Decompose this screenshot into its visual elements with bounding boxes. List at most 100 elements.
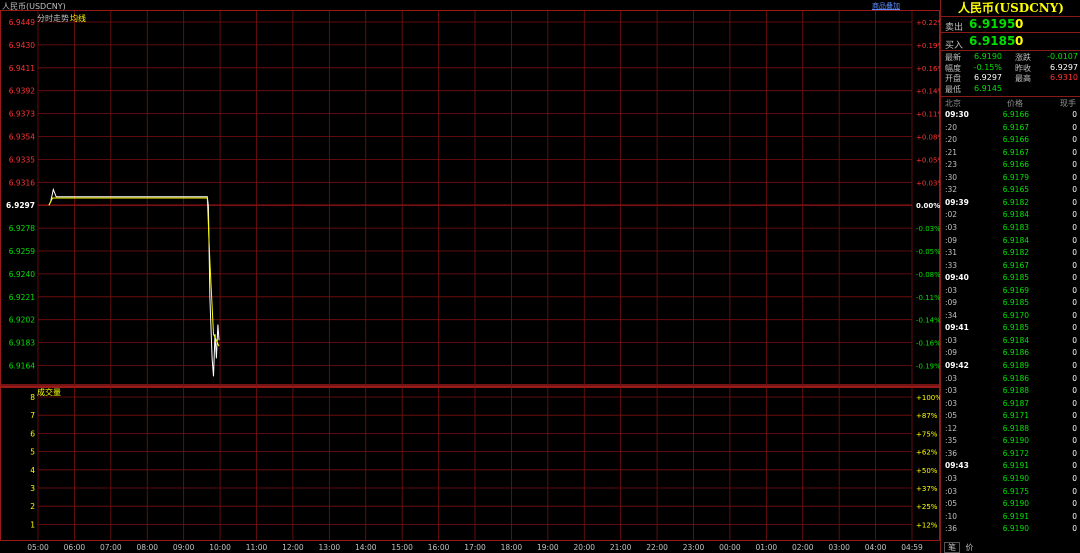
stat-label: 昨收	[1015, 63, 1031, 73]
y-tick-label: 6.9316	[9, 178, 35, 187]
tick-price: 6.9170	[1002, 310, 1029, 320]
tick-row: :36 6.9190 0	[941, 524, 1080, 537]
tick-row: 09:39 6.9182 0	[941, 198, 1080, 211]
tick-volume: 0	[1072, 461, 1077, 471]
stat-value: 6.9145	[974, 83, 1002, 93]
overlay-commodity-link[interactable]: 商品叠加	[872, 1, 900, 11]
stat-label: 最新	[945, 53, 961, 62]
tick-price: 6.9190	[1002, 436, 1029, 446]
volume-y-tick-label-right: +87%	[916, 412, 938, 420]
stat-value: 6.9297	[974, 73, 1002, 82]
tick-time: :33	[945, 260, 958, 270]
tab-prices[interactable]: 价	[963, 543, 977, 552]
stat-value: -0.15%	[973, 62, 1002, 72]
average-legend: 均线	[70, 14, 86, 23]
y-tick-label: 6.9183	[9, 339, 35, 348]
tab-trades[interactable]: 笔	[944, 542, 960, 553]
tick-volume: 0	[1072, 147, 1077, 157]
x-tick-label: 05:00	[27, 543, 49, 552]
tick-row: :03 6.9184 0	[941, 336, 1080, 349]
tick-volume: 0	[1072, 298, 1077, 308]
tick-price: 6.9188	[1002, 423, 1029, 433]
intraday-chart[interactable]: 05:00 06:00 07:00 08:00 09:00 10:00 11:00 12:00…	[0, 0, 940, 553]
tick-row: :12 6.9188 0	[941, 424, 1080, 437]
bid-volume: 0	[1015, 34, 1024, 48]
tick-volume: 0	[1072, 373, 1077, 383]
tick-time: :03	[945, 285, 958, 295]
tick-time: :20	[945, 135, 958, 145]
tick-volume: 0	[1072, 398, 1077, 408]
x-tick-label: 10:00	[209, 543, 231, 552]
x-tick-label: 00:00	[719, 543, 741, 552]
ask-price: 6.9195	[969, 17, 1016, 31]
y-tick-label: 6.9240	[9, 270, 35, 279]
tick-time: :35	[945, 436, 958, 446]
y-tick-label-right: +0.16%	[916, 65, 940, 73]
y-tick-label: 6.9411	[9, 64, 35, 73]
tick-time: :02	[945, 210, 958, 220]
tick-time: :03	[945, 473, 958, 483]
tick-time: :03	[945, 386, 958, 396]
y-tick-label: 6.9297	[6, 201, 35, 210]
y-tick-label-right: +0.03%	[916, 179, 940, 187]
tick-header-time: 北京	[945, 99, 961, 108]
tick-row: :09 6.9184 0	[941, 236, 1080, 249]
tick-price: 6.9167	[1002, 260, 1029, 270]
tick-row: :03 6.9190 0	[941, 474, 1080, 487]
tick-volume: 0	[1072, 386, 1077, 396]
x-tick-label: 15:00	[391, 543, 413, 552]
stat-value: 6.9310	[1050, 73, 1078, 82]
x-tick-label: 19:00	[537, 543, 559, 552]
tick-volume: 0	[1072, 122, 1077, 132]
x-tick-label: 04:59	[901, 543, 923, 552]
tick-row: :03 6.9188 0	[941, 386, 1080, 399]
tick-volume: 0	[1072, 210, 1077, 220]
tick-time: :36	[945, 524, 958, 534]
tick-price: 6.9171	[1002, 411, 1029, 421]
tick-time: :03	[945, 398, 958, 408]
y-tick-label-right: -0.08%	[916, 271, 940, 279]
x-tick-label: 08:00	[136, 543, 158, 552]
x-tick-label: 17:00	[464, 543, 486, 552]
y-tick-label: 6.9164	[9, 362, 35, 371]
tick-row: :03 6.9187 0	[941, 399, 1080, 412]
tick-price: 6.9167	[1002, 122, 1029, 132]
tick-time: 09:40	[945, 273, 969, 283]
tick-price: 6.9187	[1002, 398, 1029, 408]
y-tick-label-right: -0.19%	[916, 363, 940, 371]
x-tick-label: 04:00	[865, 543, 887, 552]
x-tick-label: 09:00	[173, 543, 195, 552]
y-tick-label: 6.9430	[9, 41, 35, 50]
volume-y-tick-label-right: +50%	[916, 467, 938, 475]
tick-volume: 0	[1072, 411, 1077, 421]
tick-row: :03 6.9186 0	[941, 374, 1080, 387]
stat-value: -0.0107	[1047, 52, 1078, 61]
x-tick-label: 01:00	[756, 543, 778, 552]
tick-time: :03	[945, 486, 958, 496]
tick-row: :03 6.9169 0	[941, 286, 1080, 299]
tick-volume: 0	[1072, 448, 1077, 458]
x-tick-label: 18:00	[501, 543, 523, 552]
x-tick-label: 07:00	[100, 543, 122, 552]
tick-time: :32	[945, 185, 958, 195]
tick-volume: 0	[1072, 260, 1077, 270]
volume-y-tick-label-right: +75%	[916, 430, 938, 438]
tick-tabs: 笔 价	[944, 542, 977, 553]
y-tick-label: 6.9278	[9, 224, 35, 233]
volume-y-tick-label: 1	[30, 520, 35, 529]
tick-volume: 0	[1072, 273, 1077, 283]
tick-row: :23 6.9166 0	[941, 160, 1080, 173]
tick-volume: 0	[1072, 436, 1077, 446]
tick-volume: 0	[1072, 310, 1077, 320]
volume-y-tick-label: 8	[30, 393, 35, 402]
y-tick-label-right: +0.05%	[916, 156, 940, 164]
volume-y-tick-label: 2	[30, 502, 35, 511]
tick-volume: 0	[1072, 222, 1077, 232]
tick-price: 6.9186	[1002, 348, 1029, 358]
y-tick-label: 6.9373	[9, 110, 35, 119]
volume-y-tick-label: 7	[30, 411, 35, 420]
stat-value: 6.9190	[974, 52, 1002, 61]
volume-y-tick-label-right: +62%	[916, 449, 938, 457]
tick-price: 6.9185	[1002, 273, 1029, 283]
tick-price: 6.9172	[1002, 448, 1029, 458]
